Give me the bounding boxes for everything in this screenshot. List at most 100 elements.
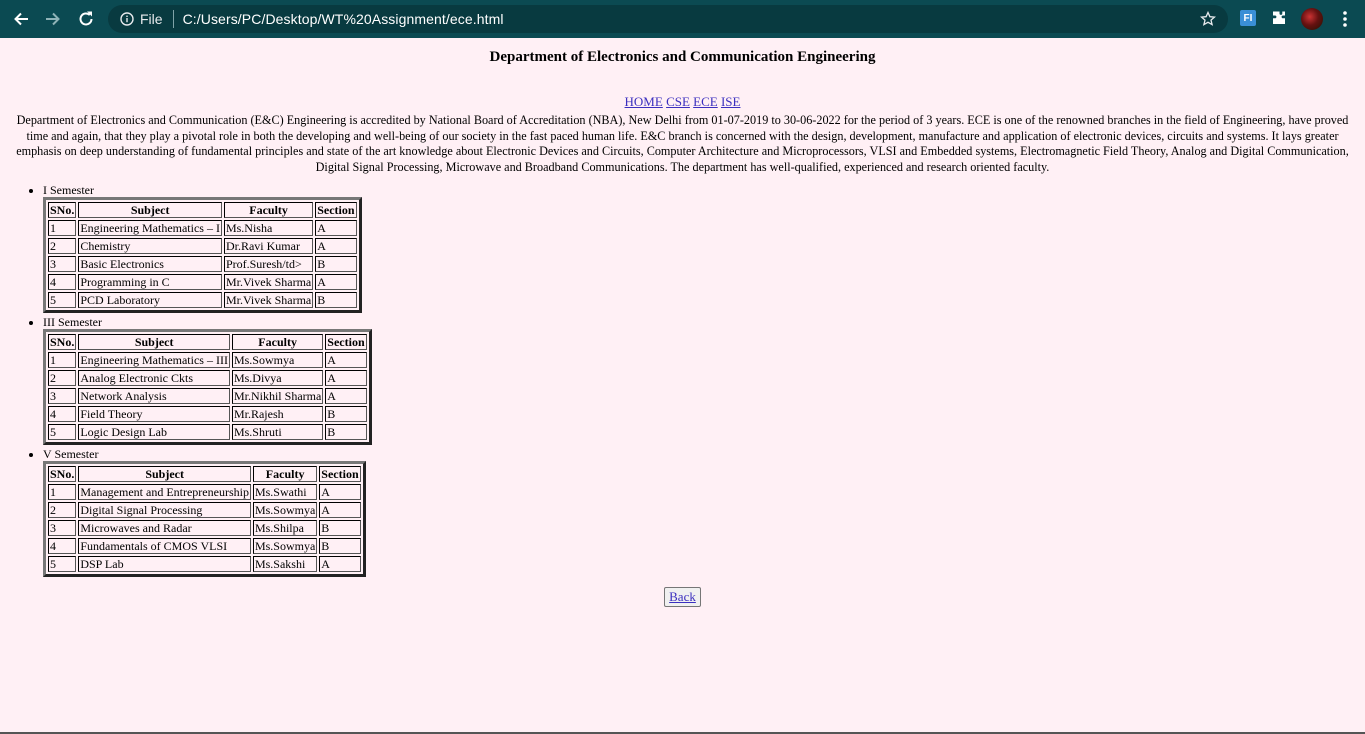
table-cell: A xyxy=(315,220,357,236)
table-cell: Ms.Shruti xyxy=(231,424,324,440)
page-content: Department of Electronics and Communicat… xyxy=(0,38,1365,607)
table-cell: Ms.Swathi xyxy=(252,484,318,500)
table-cell: Mr.Rajesh xyxy=(231,406,324,422)
table-row: 5 PCD Laboratory Mr.Vivek Sharma B xyxy=(48,292,357,308)
column-header: Section xyxy=(325,334,367,350)
nav-links: HOME CSE ECE ISE xyxy=(12,94,1353,110)
table-cell: 3 xyxy=(48,256,77,272)
semester-title: V Semester xyxy=(43,447,99,461)
table-cell: Engineering Mathematics – I xyxy=(78,220,222,236)
table-row: 2 Digital Signal Processing Ms.Sowmya A xyxy=(48,502,361,518)
extension-fi-icon[interactable]: FI xyxy=(1240,10,1256,26)
back-arrow-icon[interactable] xyxy=(5,3,37,35)
table-cell: A xyxy=(325,352,367,368)
column-header: Subject xyxy=(78,466,251,482)
table-cell: Mr.Vivek Sharma xyxy=(223,292,314,308)
nav-link-ise[interactable]: ISE xyxy=(721,94,741,109)
table-row: 4 Programming in C Mr.Vivek Sharma A xyxy=(48,274,357,290)
table-cell: Logic Design Lab xyxy=(78,424,230,440)
table-cell: 2 xyxy=(48,238,77,254)
table-cell: Chemistry xyxy=(78,238,222,254)
table-header-row: SNo. Subject Faculty Section xyxy=(48,202,357,218)
table-cell: Basic Electronics xyxy=(78,256,222,272)
table-header-row: SNo. Subject Faculty Section xyxy=(48,334,367,350)
nav-link-home[interactable]: HOME xyxy=(625,94,663,109)
puzzle-extensions-icon[interactable] xyxy=(1271,10,1287,26)
column-header: SNo. xyxy=(48,334,77,350)
table-cell: 4 xyxy=(48,274,77,290)
department-intro: Department of Electronics and Communicat… xyxy=(16,113,1349,174)
table-row: 3 Microwaves and Radar Ms.Shilpa B xyxy=(48,520,361,536)
browser-toolbar: File C:/Users/PC/Desktop/WT%20Assignment… xyxy=(0,0,1365,38)
table-cell: Fundamentals of CMOS VLSI xyxy=(78,538,251,554)
table-row: 5 Logic Design Lab Ms.Shruti B xyxy=(48,424,367,440)
table-cell: 1 xyxy=(48,352,77,368)
table-cell: A xyxy=(315,238,357,254)
column-header: Faculty xyxy=(252,466,318,482)
page-heading: Department of Electronics and Communicat… xyxy=(489,49,876,65)
nav-link-ece[interactable]: ECE xyxy=(693,94,718,109)
column-header: Subject xyxy=(78,334,230,350)
table-row: 1 Engineering Mathematics – I Ms.Nisha A xyxy=(48,220,357,236)
table-cell: Engineering Mathematics – III xyxy=(78,352,230,368)
address-bar[interactable]: File C:/Users/PC/Desktop/WT%20Assignment… xyxy=(108,5,1228,33)
table-cell: A xyxy=(325,388,367,404)
back-button[interactable]: Back xyxy=(664,587,701,607)
profile-avatar[interactable] xyxy=(1301,8,1323,30)
table-row: 2 Analog Electronic Ckts Ms.Divya A xyxy=(48,370,367,386)
table-cell: Ms.Sowmya xyxy=(252,502,318,518)
table-row: 5 DSP Lab Ms.Sakshi A xyxy=(48,556,361,572)
table-cell: Ms.Nisha xyxy=(223,220,314,236)
table-cell: Mr.Nikhil Sharma xyxy=(231,388,324,404)
semester-item: V Semester SNo.SubjectFacultySection 1Mana… xyxy=(43,447,1353,577)
table-cell: Field Theory xyxy=(78,406,230,422)
table-row: 3 Network Analysis Mr.Nikhil Sharma A xyxy=(48,388,367,404)
table-cell: Analog Electronic Ckts xyxy=(78,370,230,386)
table-cell: Prof.Suresh/td> xyxy=(223,256,314,272)
table-cell: PCD Laboratory xyxy=(78,292,222,308)
table-cell: Microwaves and Radar xyxy=(78,520,251,536)
table-cell: 3 xyxy=(48,520,77,536)
semester-item: III Semester SNo.SubjectFacultySection 1En… xyxy=(43,315,1353,445)
table-cell: B xyxy=(319,520,361,536)
url-text[interactable]: C:/Users/PC/Desktop/WT%20Assignment/ece.… xyxy=(183,11,504,27)
column-header: Section xyxy=(315,202,357,218)
reload-icon[interactable] xyxy=(70,3,102,35)
table-cell: 4 xyxy=(48,406,77,422)
nav-link-cse[interactable]: CSE xyxy=(666,94,690,109)
table-cell: 2 xyxy=(48,502,77,518)
table-cell: B xyxy=(315,292,357,308)
semester-table: SNo. Subject Faculty Section 1 Engineering Ma… xyxy=(43,197,362,313)
table-cell: 4 xyxy=(48,538,77,554)
table-cell: 5 xyxy=(48,292,77,308)
column-header: SNo. xyxy=(48,466,77,482)
forward-arrow-icon[interactable] xyxy=(37,3,69,35)
table-cell: Digital Signal Processing xyxy=(78,502,251,518)
column-header: Subject xyxy=(78,202,222,218)
table-cell: A xyxy=(315,274,357,290)
table-cell: B xyxy=(325,424,367,440)
table-row: 3 Basic Electronics Prof.Suresh/td> B xyxy=(48,256,357,272)
table-cell: 3 xyxy=(48,388,77,404)
table-row: 2 Chemistry Dr.Ravi Kumar A xyxy=(48,238,357,254)
bookmark-star-icon[interactable] xyxy=(1200,11,1216,27)
semester-table: SNo. Subject Faculty Section 1 Engineering Ma… xyxy=(43,329,372,445)
table-cell: B xyxy=(315,256,357,272)
table-cell: 5 xyxy=(48,556,77,572)
table-cell: A xyxy=(319,502,361,518)
table-cell: 1 xyxy=(48,484,77,500)
info-icon[interactable] xyxy=(120,12,134,26)
table-cell: B xyxy=(319,538,361,554)
table-header-row: SNo. Subject Faculty Section xyxy=(48,466,361,482)
table-cell: A xyxy=(319,556,361,572)
table-cell: A xyxy=(325,370,367,386)
column-header: Faculty xyxy=(223,202,314,218)
semester-table: SNo. Subject Faculty Section 1 Management and… xyxy=(43,461,366,577)
semester-title: I Semester xyxy=(43,183,94,197)
table-cell: Ms.Shilpa xyxy=(252,520,318,536)
table-cell: 1 xyxy=(48,220,77,236)
semester-list: I SemesterSNo.SubjectFacultySection1Engi… xyxy=(12,183,1353,577)
column-header: SNo. xyxy=(48,202,77,218)
more-menu-icon[interactable] xyxy=(1338,10,1352,28)
semester-item: I Semester SNo.SubjectFacultySection 1Engi… xyxy=(43,183,1353,313)
